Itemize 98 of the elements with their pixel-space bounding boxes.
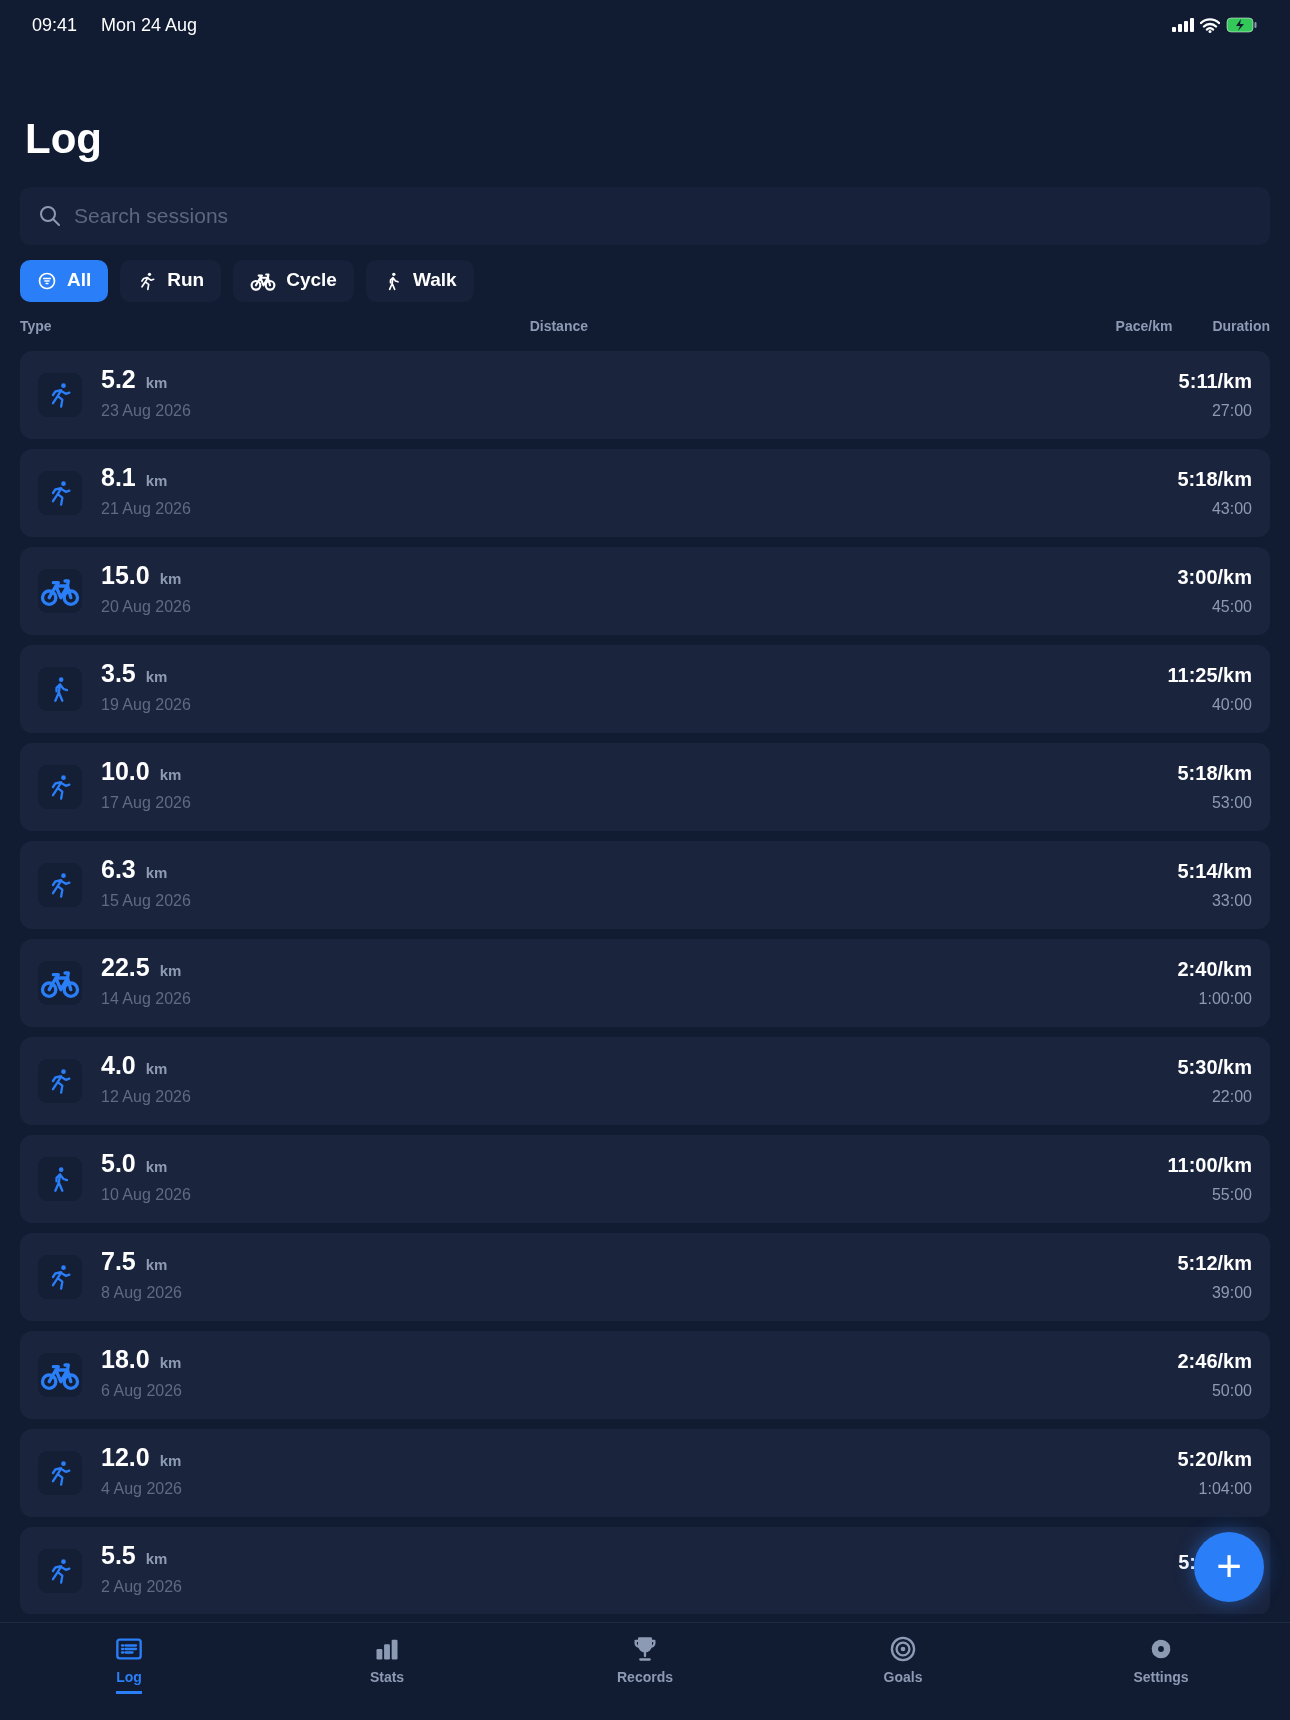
filter-chip[interactable]: Cycle: [233, 259, 354, 302]
distance-unit: km: [145, 1549, 168, 1570]
session-row[interactable]: 7.5 km 8 Aug 2026 5:12/km 39:00: [20, 1232, 1270, 1321]
search-field[interactable]: Search sessions: [20, 186, 1270, 245]
distance-unit: km: [145, 373, 168, 394]
session-row[interactable]: 22.5 km 14 Aug 2026 2:40/km 1:00:00: [20, 938, 1270, 1027]
distance-unit: km: [159, 1451, 182, 1472]
distance-value: 5.5: [101, 1542, 136, 1570]
session-row[interactable]: 8.1 km 21 Aug 2026 5:18/km 43:00: [20, 448, 1270, 537]
duration-value: 39:00: [1210, 1283, 1252, 1304]
column-header: Distance: [529, 316, 588, 336]
session-date: 20 Aug 2026: [101, 596, 191, 617]
distance-value: 5.0: [101, 1150, 136, 1178]
pace-value: 2:46/km: [1177, 1349, 1252, 1375]
tab-item[interactable]: Goals: [774, 1623, 1032, 1720]
distance-value: 7.5: [101, 1248, 136, 1276]
pace-value: 5:18/km: [1177, 467, 1252, 493]
session-row[interactable]: 5.0 km 10 Aug 2026 11:00/km 55:00: [20, 1134, 1270, 1223]
duration-value: 53:00: [1210, 793, 1252, 814]
pace-value: 11:25/km: [1167, 663, 1252, 689]
session-row[interactable]: 10.0 km 17 Aug 2026 5:18/km 53:00: [20, 742, 1270, 831]
status-date: Mon 24 Aug: [101, 13, 198, 37]
session-row[interactable]: 18.0 km 6 Aug 2026 2:46/km 50:00: [20, 1330, 1270, 1419]
distance-unit: km: [145, 1157, 168, 1178]
distance-value: 5.2: [101, 366, 136, 394]
duration-value: 55:00: [1210, 1185, 1252, 1206]
session-row[interactable]: 15.0 km 20 Aug 2026 3:00/km 45:00: [20, 546, 1270, 635]
distance-value: 18.0: [101, 1346, 150, 1374]
duration-value: 43:00: [1210, 499, 1252, 520]
session-row[interactable]: 12.0 km 4 Aug 2026 5:20/km 1:04:00: [20, 1428, 1270, 1517]
pace-value: 11:00/km: [1167, 1153, 1252, 1179]
pace-value: 3:00/km: [1177, 565, 1252, 591]
distance-unit: km: [145, 863, 168, 884]
session-row[interactable]: 6.3 km 15 Aug 2026 5:14/km 33:00: [20, 840, 1270, 929]
session-date: 6 Aug 2026: [101, 1380, 182, 1401]
tab-item[interactable]: Log: [0, 1623, 258, 1720]
distance-unit: km: [145, 667, 168, 688]
distance-unit: km: [145, 471, 168, 492]
distance-value: 22.5: [101, 954, 150, 982]
filter-chip[interactable]: All: [20, 259, 109, 302]
distance-value: 10.0: [101, 758, 150, 786]
distance-unit: km: [159, 765, 182, 786]
session-row[interactable]: 5.2 km 23 Aug 2026 5:11/km 27:00: [20, 350, 1270, 439]
distance-value: 3.5: [101, 660, 136, 688]
session-date: 21 Aug 2026: [101, 498, 191, 519]
session-date: 14 Aug 2026: [101, 988, 191, 1009]
filter-icon: [37, 270, 57, 291]
pace-value: 5:12/km: [1177, 1251, 1252, 1277]
duration-value: 45:00: [1210, 597, 1252, 618]
target-icon: [889, 1635, 917, 1663]
pace-value: 5:18/km: [1177, 761, 1252, 787]
tab-item[interactable]: Records: [516, 1623, 774, 1720]
distance-unit: km: [145, 1255, 168, 1276]
distance-value: 6.3: [101, 856, 136, 884]
session-date: 19 Aug 2026: [101, 694, 191, 715]
pace-value: 5:14/km: [1177, 859, 1252, 885]
column-header: Type: [20, 316, 52, 336]
distance-unit: km: [159, 569, 182, 590]
search-icon: [38, 203, 62, 228]
signal-icon: [1172, 18, 1194, 32]
filter-chip[interactable]: Run: [120, 259, 222, 302]
pace-value: 2:40/km: [1177, 957, 1252, 983]
distance-value: 8.1: [101, 464, 136, 492]
duration-value: 40:00: [1210, 695, 1252, 716]
pace-value: 5:: [1178, 1549, 1196, 1575]
session-date: 12 Aug 2026: [101, 1086, 191, 1107]
column-header: Pace/km: [1115, 316, 1173, 336]
duration-value: 1:04:00: [1197, 1479, 1252, 1500]
distance-unit: km: [159, 1353, 182, 1374]
duration-value: 1:00:00: [1197, 989, 1252, 1010]
page-title: Log: [25, 114, 103, 164]
pace-value: 5:30/km: [1177, 1055, 1252, 1081]
distance-unit: km: [145, 1059, 168, 1080]
filter-chip[interactable]: Walk: [365, 259, 474, 302]
session-date: 23 Aug 2026: [101, 400, 191, 421]
distance-value: 4.0: [101, 1052, 136, 1080]
column-header: Duration: [1212, 316, 1270, 336]
duration-value: 50:00: [1210, 1381, 1252, 1402]
tab-item[interactable]: Settings: [1032, 1623, 1290, 1720]
pace-value: 5:20/km: [1177, 1447, 1252, 1473]
wifi-icon: [1200, 17, 1220, 33]
tab-item[interactable]: Stats: [258, 1623, 516, 1720]
duration-value: 27:00: [1210, 401, 1252, 422]
session-date: 8 Aug 2026: [101, 1282, 182, 1303]
pace-value: 5:11/km: [1178, 369, 1252, 395]
duration-value: 22:00: [1210, 1087, 1252, 1108]
session-date: 15 Aug 2026: [101, 890, 191, 911]
distance-value: 15.0: [101, 562, 150, 590]
distance-value: 12.0: [101, 1444, 150, 1472]
session-date: 17 Aug 2026: [101, 792, 191, 813]
session-date: 10 Aug 2026: [101, 1184, 191, 1205]
session-date: 4 Aug 2026: [101, 1478, 182, 1499]
distance-unit: km: [159, 961, 182, 982]
session-row[interactable]: 4.0 km 12 Aug 2026 5:30/km 22:00: [20, 1036, 1270, 1125]
duration-value: 33:00: [1210, 891, 1252, 912]
session-row[interactable]: 3.5 km 19 Aug 2026 11:25/km 40:00: [20, 644, 1270, 733]
session-date: 2 Aug 2026: [101, 1576, 182, 1597]
status-time: 09:41: [32, 13, 78, 37]
